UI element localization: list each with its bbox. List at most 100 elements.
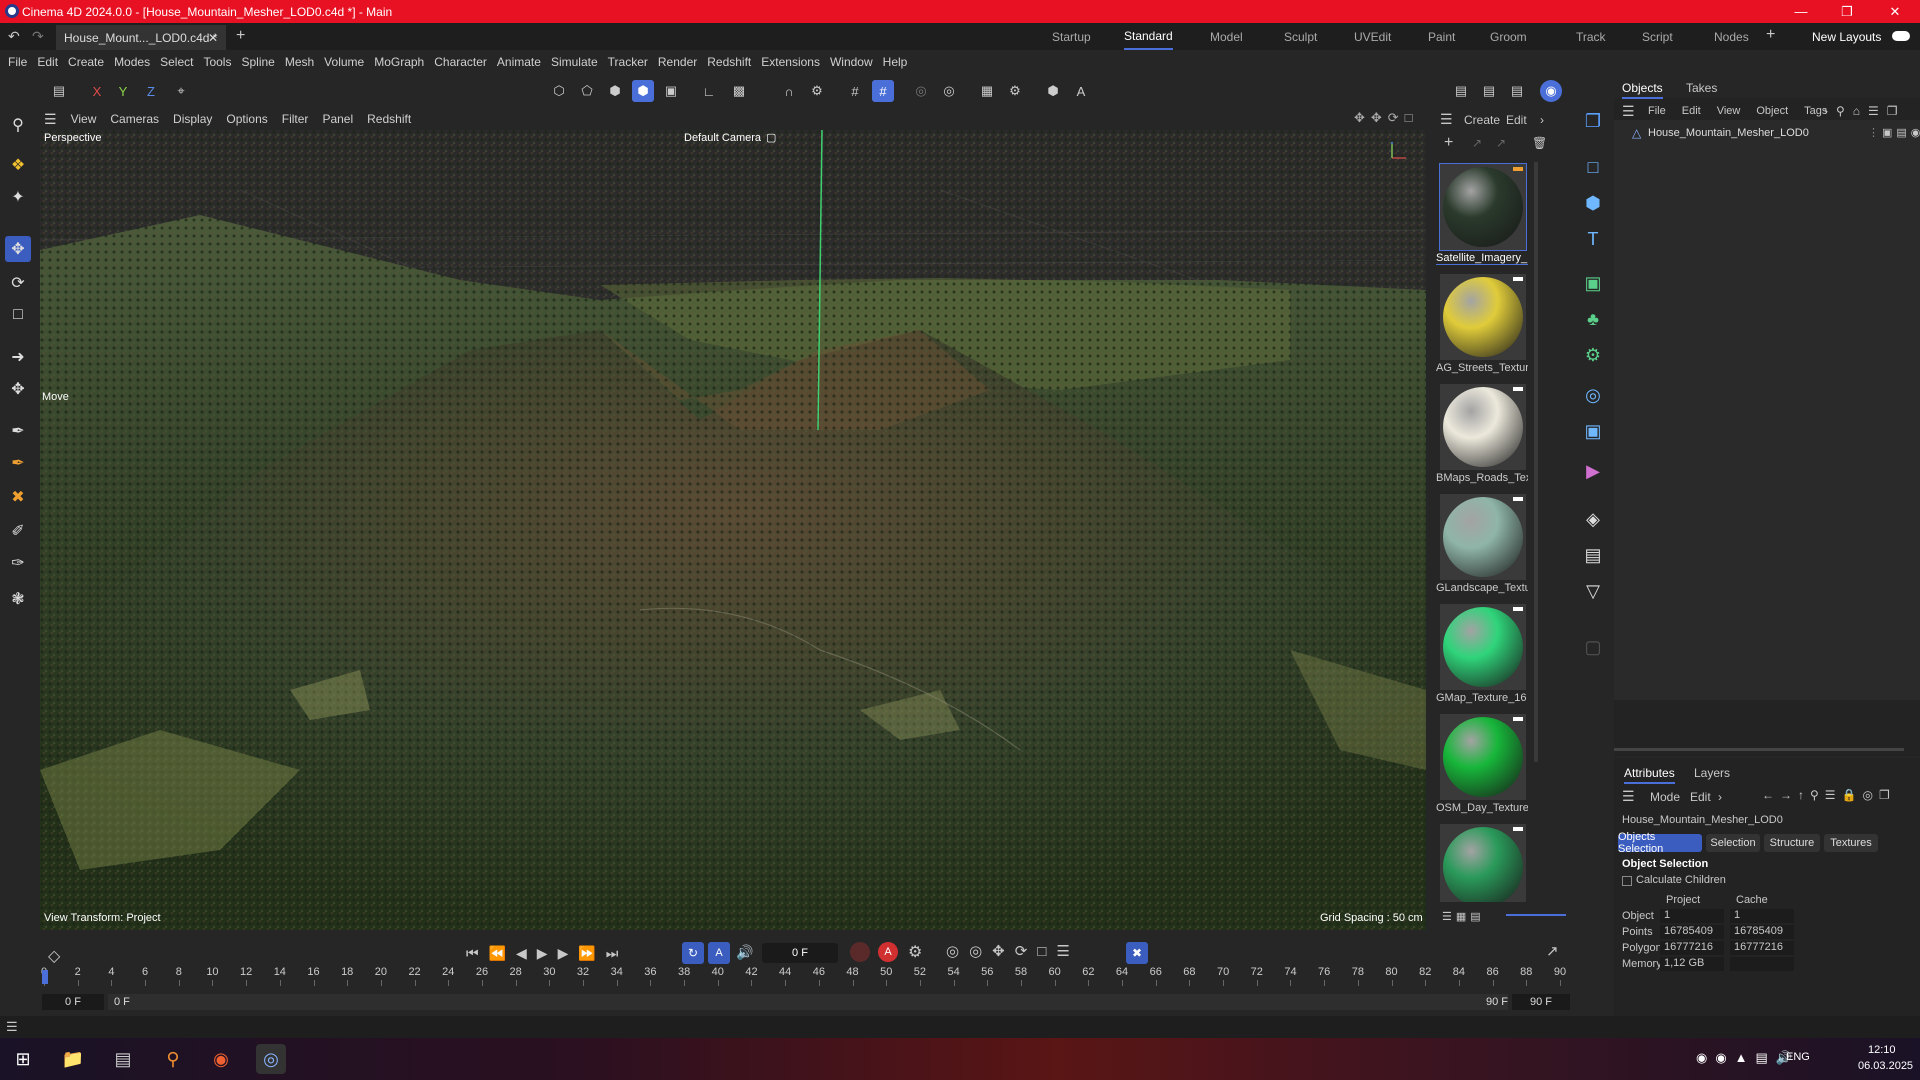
material-name[interactable]: GMap_Texture_16 (1436, 692, 1528, 704)
menu-tracker[interactable]: Tracker (608, 55, 648, 69)
material-item[interactable] (1436, 822, 1528, 902)
grid-snap-icon[interactable]: # (844, 80, 866, 102)
menu-spline[interactable]: Spline (241, 55, 274, 69)
objects-menu-edit[interactable]: Edit (1682, 105, 1701, 117)
menu-mograph[interactable]: MoGraph (374, 55, 424, 69)
tab-attributes[interactable]: Attributes (1624, 766, 1675, 784)
start-frame-field[interactable]: 0 F (42, 994, 104, 1010)
select-tool-icon[interactable]: ❖ (5, 152, 31, 178)
language-indicator[interactable]: ENG (1786, 1051, 1810, 1063)
frame-ruler[interactable]: 0246810121416182022242628303234363840424… (36, 966, 1576, 986)
spline-pen-icon[interactable]: ✒ (5, 418, 31, 444)
material-scrollbar[interactable] (1534, 162, 1538, 762)
redshift-ipr-icon[interactable]: ◉ (1540, 80, 1562, 102)
add-layout-icon[interactable]: + (1766, 26, 1775, 44)
render-view-icon[interactable]: ◎ (938, 80, 960, 102)
material-name[interactable]: BMaps_Roads_Tex (1436, 472, 1528, 484)
transfer-tool-icon[interactable]: ➜ (5, 344, 31, 370)
uv-mode-icon[interactable]: ▣ (660, 80, 682, 102)
material-menu-create[interactable]: Create (1464, 113, 1500, 127)
playback-controls[interactable]: ⏮⏪◀▶▶⏩⏭ (466, 945, 628, 962)
menu-window[interactable]: Window (830, 55, 873, 69)
chevron-right-icon[interactable]: › (1540, 113, 1544, 127)
menu-file[interactable]: File (8, 55, 27, 69)
spline-sketch-icon[interactable]: ✒ (5, 450, 31, 476)
deformer-icon[interactable]: ♣ (1580, 306, 1606, 332)
field-icon[interactable]: ◎ (1580, 382, 1606, 408)
brush-icon[interactable]: ✐ (5, 518, 31, 544)
material-preview[interactable] (1440, 384, 1526, 470)
tab-layers[interactable]: Layers (1694, 766, 1730, 780)
tab-objects-selection[interactable]: Objects Selection (1618, 831, 1702, 855)
layout-tab-uvedit[interactable]: UVEdit (1354, 23, 1391, 50)
menu-select[interactable]: Select (160, 55, 193, 69)
material-view-mode-icons[interactable]: ☰▦▤ (1442, 910, 1485, 923)
material-name[interactable]: GLandscape_Textu (1436, 582, 1528, 594)
layout-tab-groom[interactable]: Groom (1490, 23, 1527, 50)
new-layouts-label[interactable]: New Layouts (1812, 30, 1881, 44)
tab-textures[interactable]: Textures (1824, 834, 1878, 852)
menu-tools[interactable]: Tools (203, 55, 231, 69)
search-icon[interactable]: ⚲ (5, 112, 31, 138)
search-app-icon[interactable]: ⚲ (158, 1044, 188, 1074)
objects-menu-file[interactable]: File (1648, 105, 1666, 117)
material-preview[interactable] (1440, 274, 1526, 360)
maximize-button[interactable]: ❐ (1824, 0, 1870, 23)
end-frame-field[interactable]: 90 F (1512, 994, 1570, 1010)
render-settings-icon[interactable]: ▤ (1506, 80, 1528, 102)
file-explorer-icon[interactable]: 📁 (58, 1044, 88, 1074)
menu-help[interactable]: Help (883, 55, 908, 69)
material-hamburger-icon[interactable]: ☰ (1440, 111, 1453, 128)
knife-icon[interactable]: ✑ (5, 550, 31, 576)
snap-view-icon[interactable]: ❐ (1580, 108, 1606, 134)
material-menu-edit[interactable]: Edit (1506, 113, 1527, 127)
material-name[interactable]: Satellite_Imagery_ (1436, 252, 1528, 265)
cube-primitive-icon[interactable]: □ (1580, 154, 1606, 180)
objects-hamburger-icon[interactable]: ☰ (1622, 103, 1635, 120)
material-item[interactable]: AG_Streets_Textur (1436, 272, 1528, 382)
firefox-icon[interactable]: ◉ (206, 1044, 236, 1074)
objects-scrollbar[interactable] (1614, 748, 1904, 751)
layout-tab-paint[interactable]: Paint (1428, 23, 1455, 50)
mograph-icon[interactable]: ⚙ (1580, 342, 1606, 368)
material-preview[interactable] (1440, 494, 1526, 580)
layout-tab-nodes[interactable]: Nodes (1714, 23, 1749, 50)
solo-icon[interactable]: ▩ (728, 80, 750, 102)
system-tray-icons[interactable]: ◉◉▲▤🔊 (1696, 1050, 1800, 1066)
light-object-icon[interactable]: ▽ (1580, 578, 1606, 604)
tab-structure[interactable]: Structure (1764, 834, 1820, 852)
axis-y-button[interactable]: Y (112, 80, 134, 102)
menu-redshift[interactable]: Redshift (707, 55, 751, 69)
document-tab[interactable]: House_Mount..._LOD0.c4d * ✕ (56, 25, 226, 50)
workplane-icon[interactable]: ∟ (698, 80, 720, 102)
material-preview[interactable] (1439, 163, 1527, 251)
objects-menu-object[interactable]: Object (1756, 105, 1788, 117)
sound-icon[interactable]: 🔊 (736, 944, 753, 961)
menu-mesh[interactable]: Mesh (285, 55, 314, 69)
menu-edit[interactable]: Edit (37, 55, 58, 69)
tab-selection[interactable]: Selection (1706, 834, 1760, 852)
magnet-icon[interactable]: ∩ (778, 80, 800, 102)
environment-icon[interactable]: ◈ (1580, 506, 1606, 532)
redo-icon[interactable]: ↷ (32, 28, 44, 45)
layout-tab-standard[interactable]: Standard (1124, 23, 1173, 50)
range-slider[interactable]: 0 F 90 F (108, 994, 1508, 1010)
snap-enable-icon[interactable]: # (872, 80, 894, 102)
play-mode-icon[interactable]: A (708, 942, 730, 964)
cube-solid-icon[interactable]: ⬢ (1580, 190, 1606, 216)
model-mode-icon[interactable]: ⬢ (632, 80, 654, 102)
loop-icon[interactable]: ↻ (682, 942, 704, 964)
autokey-record-icon[interactable]: A (878, 942, 898, 962)
new-layouts-toggle[interactable] (1892, 31, 1910, 41)
rotate-tool-icon[interactable]: ⟳ (5, 270, 31, 296)
arrow-icon[interactable]: ↗ (1472, 136, 1482, 150)
object-tags-icons[interactable]: ▣▤◉ (1882, 126, 1920, 139)
keyframe-icon[interactable]: ◇ (48, 946, 60, 966)
tag-icon[interactable]: ▶ (1580, 458, 1606, 484)
material-item[interactable]: Satellite_Imagery_ (1436, 162, 1528, 272)
object-row[interactable]: △ House_Mountain_Mesher_LOD0 ⋮ ▣▤◉ (1614, 124, 1920, 142)
scale-tool-icon[interactable]: □ (5, 302, 31, 328)
viewport-menu-cameras[interactable]: Cameras (110, 112, 159, 126)
menu-volume[interactable]: Volume (324, 55, 364, 69)
timeline-graph-icon[interactable]: ↗ (1546, 942, 1559, 960)
